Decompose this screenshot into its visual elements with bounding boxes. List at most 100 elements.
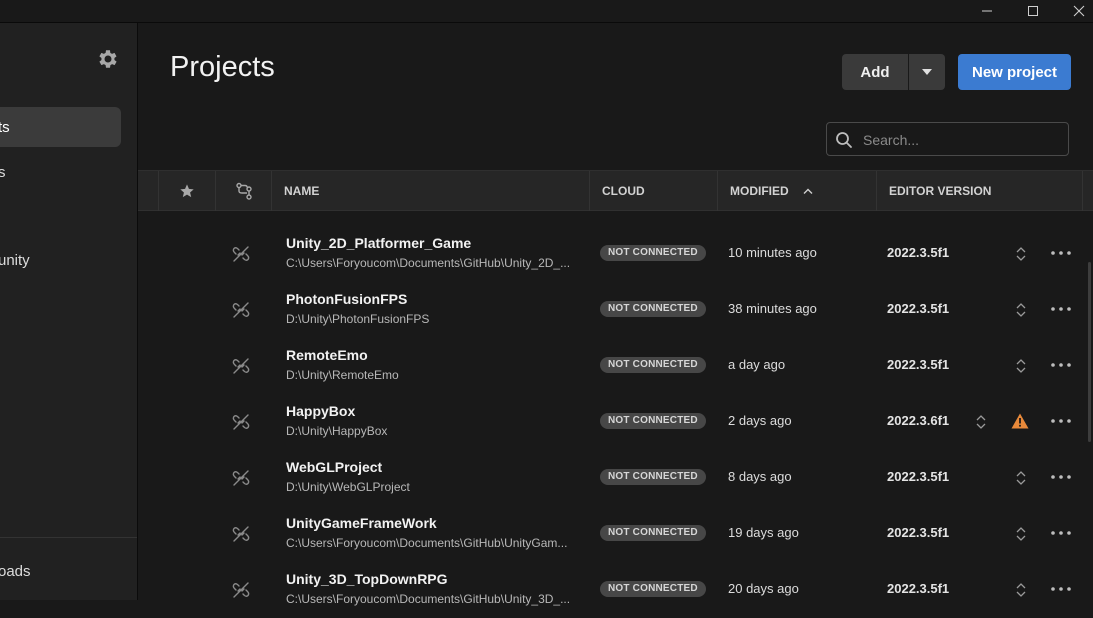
cloud-status-badge: NOT CONNECTED <box>600 525 706 541</box>
more-options-icon[interactable] <box>1050 302 1072 316</box>
cloud-status-badge: NOT CONNECTED <box>600 245 706 261</box>
close-button[interactable] <box>1056 0 1093 22</box>
project-name[interactable]: RemoteEmo <box>286 347 368 363</box>
modified-time: 20 days ago <box>728 581 799 596</box>
broken-link-icon <box>232 246 250 262</box>
project-name[interactable]: Unity_2D_Platformer_Game <box>286 235 471 251</box>
sidebar-item-label: unity <box>0 251 30 269</box>
cloud-status-badge: NOT CONNECTED <box>600 469 706 485</box>
caret-down-icon <box>922 69 932 75</box>
title-bar <box>0 0 1093 23</box>
project-name[interactable]: Unity_3D_TopDownRPG <box>286 571 448 587</box>
sidebar-item-installs[interactable]: s <box>0 152 121 192</box>
modified-time: 10 minutes ago <box>728 245 817 260</box>
project-row[interactable]: UnityGameFrameWork C:\Users\Foryoucom\Do… <box>138 506 1083 562</box>
version-selector-chevron-icon[interactable] <box>1015 581 1027 599</box>
version-control-column-header[interactable] <box>215 171 271 211</box>
sidebar-item-label: oads <box>0 562 31 580</box>
page-title: Projects <box>170 51 275 83</box>
more-options-icon[interactable] <box>1050 358 1072 372</box>
sidebar-item-projects[interactable]: ts <box>0 107 121 147</box>
maximize-button[interactable] <box>1010 0 1056 22</box>
project-name[interactable]: PhotonFusionFPS <box>286 291 407 307</box>
add-dropdown-button[interactable] <box>909 54 945 90</box>
project-row[interactable]: RemoteEmo D:\Unity\RemoteEmo NOT CONNECT… <box>138 338 1083 394</box>
project-path: D:\Unity\PhotonFusionFPS <box>286 312 430 326</box>
editor-version: 2022.3.5f1 <box>887 581 950 596</box>
sidebar-item-community[interactable]: unity <box>0 240 121 280</box>
sidebar-item-label: s <box>0 163 6 181</box>
sort-ascending-icon <box>803 188 813 194</box>
warning-icon[interactable] <box>1011 413 1029 429</box>
project-row[interactable]: WebGLProject D:\Unity\WebGLProject NOT C… <box>138 450 1083 506</box>
version-selector-chevron-icon[interactable] <box>1015 301 1027 319</box>
scrollbar-thumb[interactable] <box>1088 262 1091 442</box>
project-path: C:\Users\Foryoucom\Documents\GitHub\Unit… <box>286 592 571 606</box>
sidebar: ts s unity oads <box>0 23 138 600</box>
cloud-status-badge: NOT CONNECTED <box>600 413 706 429</box>
project-row[interactable]: PhotonFusionFPS D:\Unity\PhotonFusionFPS… <box>138 282 1083 338</box>
project-path: D:\Unity\HappyBox <box>286 424 388 438</box>
version-selector-chevron-icon[interactable] <box>1015 525 1027 543</box>
broken-link-icon <box>232 582 250 598</box>
project-row[interactable]: Unity_3D_TopDownRPG C:\Users\Foryoucom\D… <box>138 562 1083 618</box>
project-name[interactable]: WebGLProject <box>286 459 382 475</box>
editor-version: 2022.3.5f1 <box>887 469 950 484</box>
favorite-column-header[interactable] <box>158 171 215 211</box>
version-selector-chevron-icon[interactable] <box>1015 469 1027 487</box>
add-button[interactable]: Add <box>842 54 908 90</box>
modified-column-header[interactable]: MODIFIED <box>717 171 876 211</box>
broken-link-icon <box>232 414 250 430</box>
sidebar-divider <box>0 537 137 538</box>
table-header: NAME CLOUD MODIFIED EDITOR VERSION <box>138 170 1093 211</box>
branch-icon <box>235 182 252 200</box>
project-row[interactable]: HappyBox D:\Unity\HappyBox NOT CONNECTED… <box>138 394 1083 450</box>
broken-link-icon <box>232 470 250 486</box>
more-options-icon[interactable] <box>1050 414 1072 428</box>
version-selector-chevron-icon[interactable] <box>975 413 987 431</box>
editor-version: 2022.3.5f1 <box>887 525 950 540</box>
search-input[interactable] <box>861 129 1065 151</box>
more-options-icon[interactable] <box>1050 246 1072 260</box>
modified-time: 8 days ago <box>728 469 792 484</box>
settings-button[interactable] <box>96 47 120 71</box>
gear-icon <box>99 50 117 68</box>
version-selector-chevron-icon[interactable] <box>1015 245 1027 263</box>
editor-version: 2022.3.5f1 <box>887 301 950 316</box>
cloud-status-badge: NOT CONNECTED <box>600 581 706 597</box>
project-name[interactable]: UnityGameFrameWork <box>286 515 437 531</box>
search-box <box>826 122 1069 156</box>
modified-time: a day ago <box>728 357 786 372</box>
star-icon <box>180 184 194 198</box>
sidebar-item-label: ts <box>0 118 10 136</box>
close-icon <box>1073 5 1085 17</box>
cloud-column-header[interactable]: CLOUD <box>589 171 717 211</box>
editor-version: 2022.3.5f1 <box>887 245 950 260</box>
more-options-icon[interactable] <box>1050 526 1072 540</box>
editor-version-column-header[interactable]: EDITOR VERSION <box>876 171 1083 211</box>
minimize-icon <box>982 10 992 12</box>
project-path: C:\Users\Foryoucom\Documents\GitHub\Unit… <box>286 536 568 550</box>
version-selector-chevron-icon[interactable] <box>1015 357 1027 375</box>
broken-link-icon <box>232 358 250 374</box>
cloud-status-badge: NOT CONNECTED <box>600 301 706 317</box>
main-panel: Projects Add New project NAME CLOUD <box>138 23 1093 606</box>
search-icon <box>836 132 852 148</box>
project-row[interactable]: Unity_2D_Platformer_Game C:\Users\Foryou… <box>138 226 1083 282</box>
project-path: D:\Unity\WebGLProject <box>286 480 410 494</box>
maximize-icon <box>1028 6 1038 16</box>
project-name[interactable]: HappyBox <box>286 403 355 419</box>
minimize-button[interactable] <box>964 0 1010 22</box>
broken-link-icon <box>232 526 250 542</box>
sidebar-item-downloads[interactable]: oads <box>0 551 121 591</box>
modified-time: 19 days ago <box>728 525 799 540</box>
project-path: C:\Users\Foryoucom\Documents\GitHub\Unit… <box>286 256 571 270</box>
modified-column-label: MODIFIED <box>730 184 789 198</box>
project-path: D:\Unity\RemoteEmo <box>286 368 399 382</box>
name-column-header[interactable]: NAME <box>271 171 589 211</box>
new-project-button[interactable]: New project <box>958 54 1071 90</box>
cloud-status-badge: NOT CONNECTED <box>600 357 706 373</box>
modified-time: 2 days ago <box>728 413 792 428</box>
more-options-icon[interactable] <box>1050 582 1072 596</box>
more-options-icon[interactable] <box>1050 470 1072 484</box>
